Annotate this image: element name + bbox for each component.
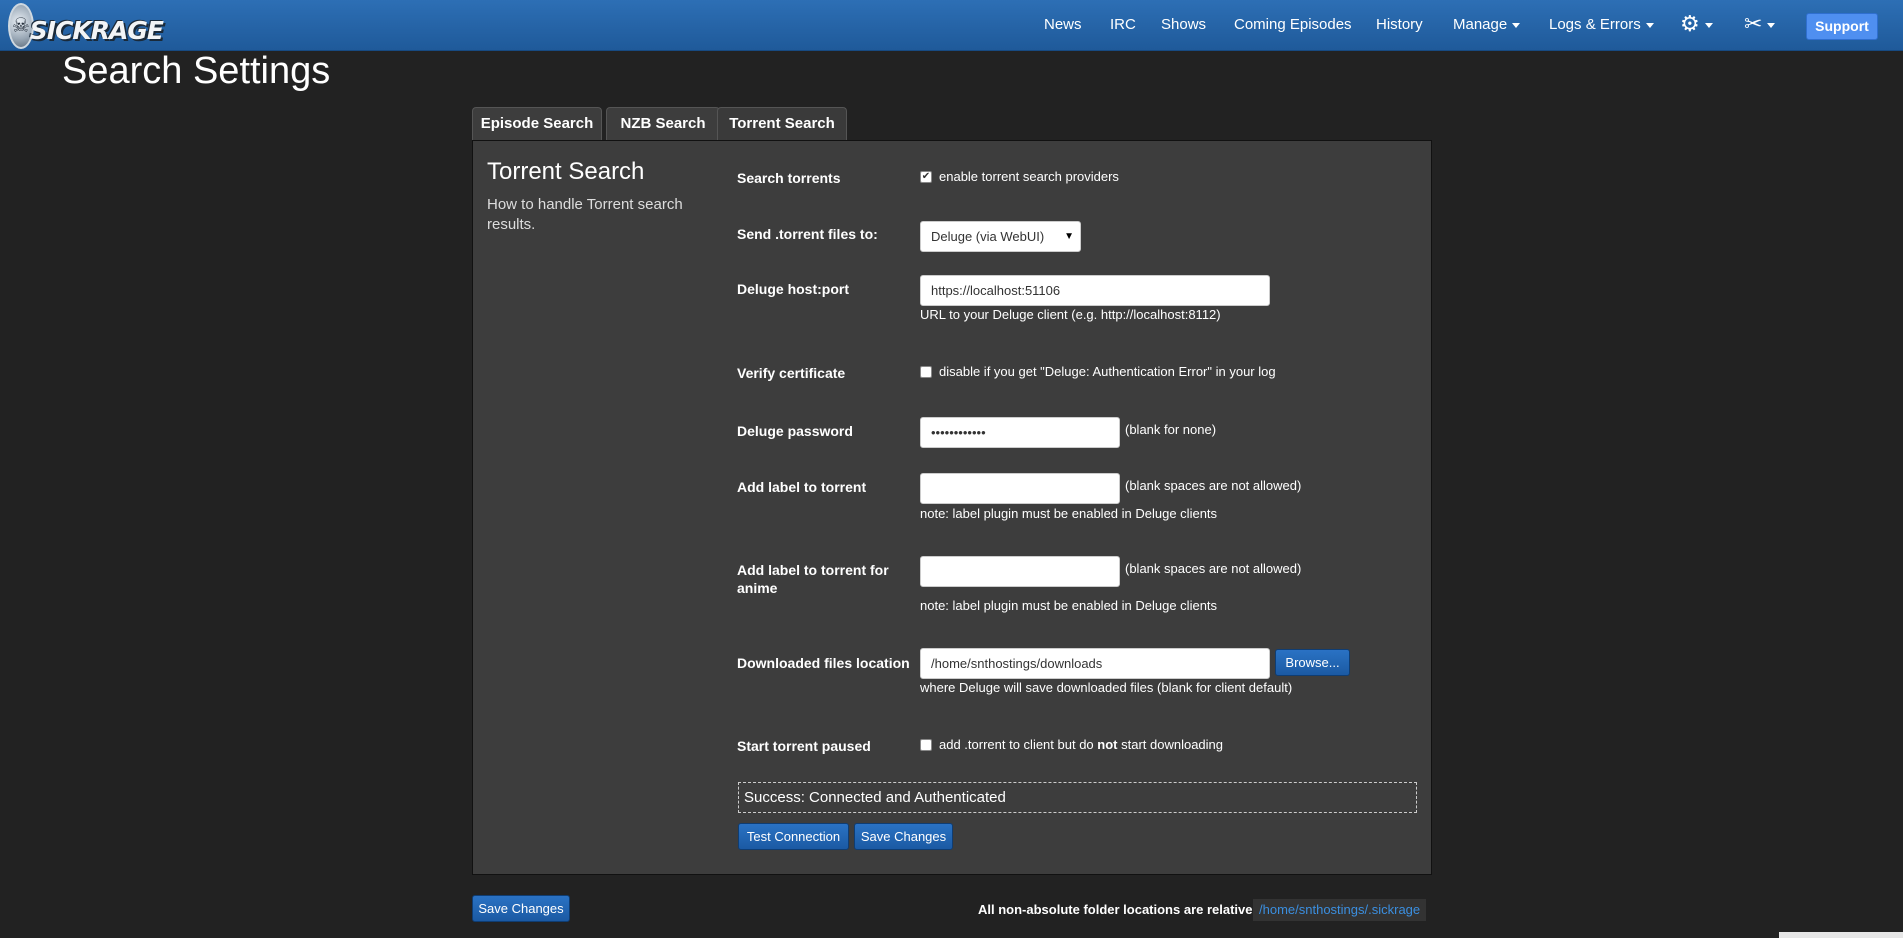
select-arrow-icon: ▼ [1064, 231, 1074, 242]
tools-icon: ✂ [1744, 11, 1763, 36]
nav-config-menu[interactable]: ⚙ [1680, 11, 1713, 37]
download-dir-help: where Deluge will save downloaded files … [920, 680, 1293, 695]
support-button[interactable]: Support [1806, 13, 1878, 40]
torrent-label-anime-line1: Add label to torrent for [737, 562, 889, 578]
torrent-label-hint: (blank spaces are not allowed) [1125, 478, 1302, 493]
section-title: Torrent Search [487, 158, 645, 185]
corner-element [1779, 932, 1903, 938]
nav-manage[interactable]: Manage [1453, 16, 1521, 33]
tab-episode-search[interactable]: Episode Search [472, 107, 602, 141]
send-torrent-label: Send .torrent files to: [737, 226, 878, 242]
torrent-label-input[interactable] [920, 473, 1120, 504]
deluge-password-label: Deluge password [737, 423, 853, 439]
deluge-host-help: URL to your Deluge client (e.g. http://l… [920, 307, 1221, 322]
search-torrents-label: Search torrents [737, 170, 841, 186]
torrent-label-anime-input[interactable] [920, 556, 1120, 587]
torrent-label-anime-hint: (blank spaces are not allowed) [1125, 561, 1302, 576]
tab-torrent-search[interactable]: Torrent Search [717, 107, 847, 142]
torrent-client-select-value: Deluge (via WebUI) [931, 229, 1045, 244]
search-torrents-checkbox[interactable]: ✔ [920, 171, 932, 183]
download-dir-label: Downloaded files location [737, 655, 910, 671]
footer-base-path: /home/snthostings/.sickrage [1253, 899, 1427, 921]
tab-nzb-search[interactable]: NZB Search [606, 107, 720, 141]
caret-down-icon [1645, 22, 1654, 28]
nav-logs-errors[interactable]: Logs & Errors [1549, 16, 1654, 33]
search-torrents-checkbox-label: enable torrent search providers [939, 169, 1119, 184]
torrent-label-anime-line2: anime [737, 580, 778, 596]
torrent-label-label: Add label to torrent [737, 479, 867, 495]
start-paused-label: Start torrent paused [737, 738, 871, 754]
save-changes-button[interactable]: Save Changes [854, 823, 953, 850]
caret-down-icon [1704, 22, 1713, 28]
caret-down-icon [1767, 22, 1776, 28]
torrent-label-anime-note: note: label plugin must be enabled in De… [920, 598, 1218, 613]
footer-relative-note: All non-absolute folder locations are re… [978, 902, 1269, 917]
start-paused-checkbox-label: add .torrent to client but do not start … [939, 737, 1223, 752]
connection-status: Success: Connected and Authenticated [738, 782, 1417, 813]
start-paused-text-bold: not [1097, 737, 1118, 752]
start-paused-text-after: start downloading [1117, 737, 1224, 752]
torrent-label-anime-label: Add label to torrent for anime [737, 561, 889, 597]
start-paused-checkbox[interactable] [920, 739, 932, 751]
deluge-password-hint: (blank for none) [1125, 422, 1217, 437]
page-title: Search Settings [62, 50, 331, 92]
torrent-label-note: note: label plugin must be enabled in De… [920, 506, 1218, 521]
nav-shows[interactable]: Shows [1161, 16, 1206, 33]
deluge-host-label: Deluge host:port [737, 281, 849, 297]
section-description: How to handle Torrent search results. [487, 196, 683, 233]
download-dir-input[interactable]: /home/snthostings/downloads [920, 648, 1270, 679]
save-changes-bottom-button[interactable]: Save Changes [472, 895, 570, 922]
test-connection-button[interactable]: Test Connection [738, 823, 849, 850]
nav-coming-episodes[interactable]: Coming Episodes [1234, 16, 1352, 33]
gear-icon: ⚙ [1680, 11, 1700, 36]
caret-down-icon [1512, 22, 1521, 28]
verify-certificate-checkbox-label: disable if you get "Deluge: Authenticati… [939, 364, 1276, 379]
verify-certificate-checkbox[interactable] [920, 366, 932, 378]
deluge-host-input[interactable]: https://localhost:51106 [920, 275, 1270, 306]
top-navbar: ☠ SICKRAGE News IRC Shows Coming Episode… [0, 0, 1903, 51]
nav-manage-label: Manage [1453, 16, 1508, 33]
deluge-password-input[interactable]: •••••••••••• [920, 417, 1120, 448]
nav-history[interactable]: History [1376, 16, 1423, 33]
nav-irc[interactable]: IRC [1110, 16, 1136, 33]
start-paused-text-before: add .torrent to client but do [939, 737, 1098, 752]
torrent-client-select[interactable]: Deluge (via WebUI) ▼ [920, 221, 1081, 252]
browse-button[interactable]: Browse... [1275, 649, 1350, 676]
logo-text: SICKRAGE [29, 16, 164, 45]
nav-logs-label: Logs & Errors [1549, 16, 1641, 33]
app-logo[interactable]: ☠ SICKRAGE [8, 2, 164, 49]
nav-news[interactable]: News [1044, 16, 1082, 33]
verify-certificate-label: Verify certificate [737, 365, 846, 381]
nav-tools-menu[interactable]: ✂ [1744, 11, 1776, 37]
